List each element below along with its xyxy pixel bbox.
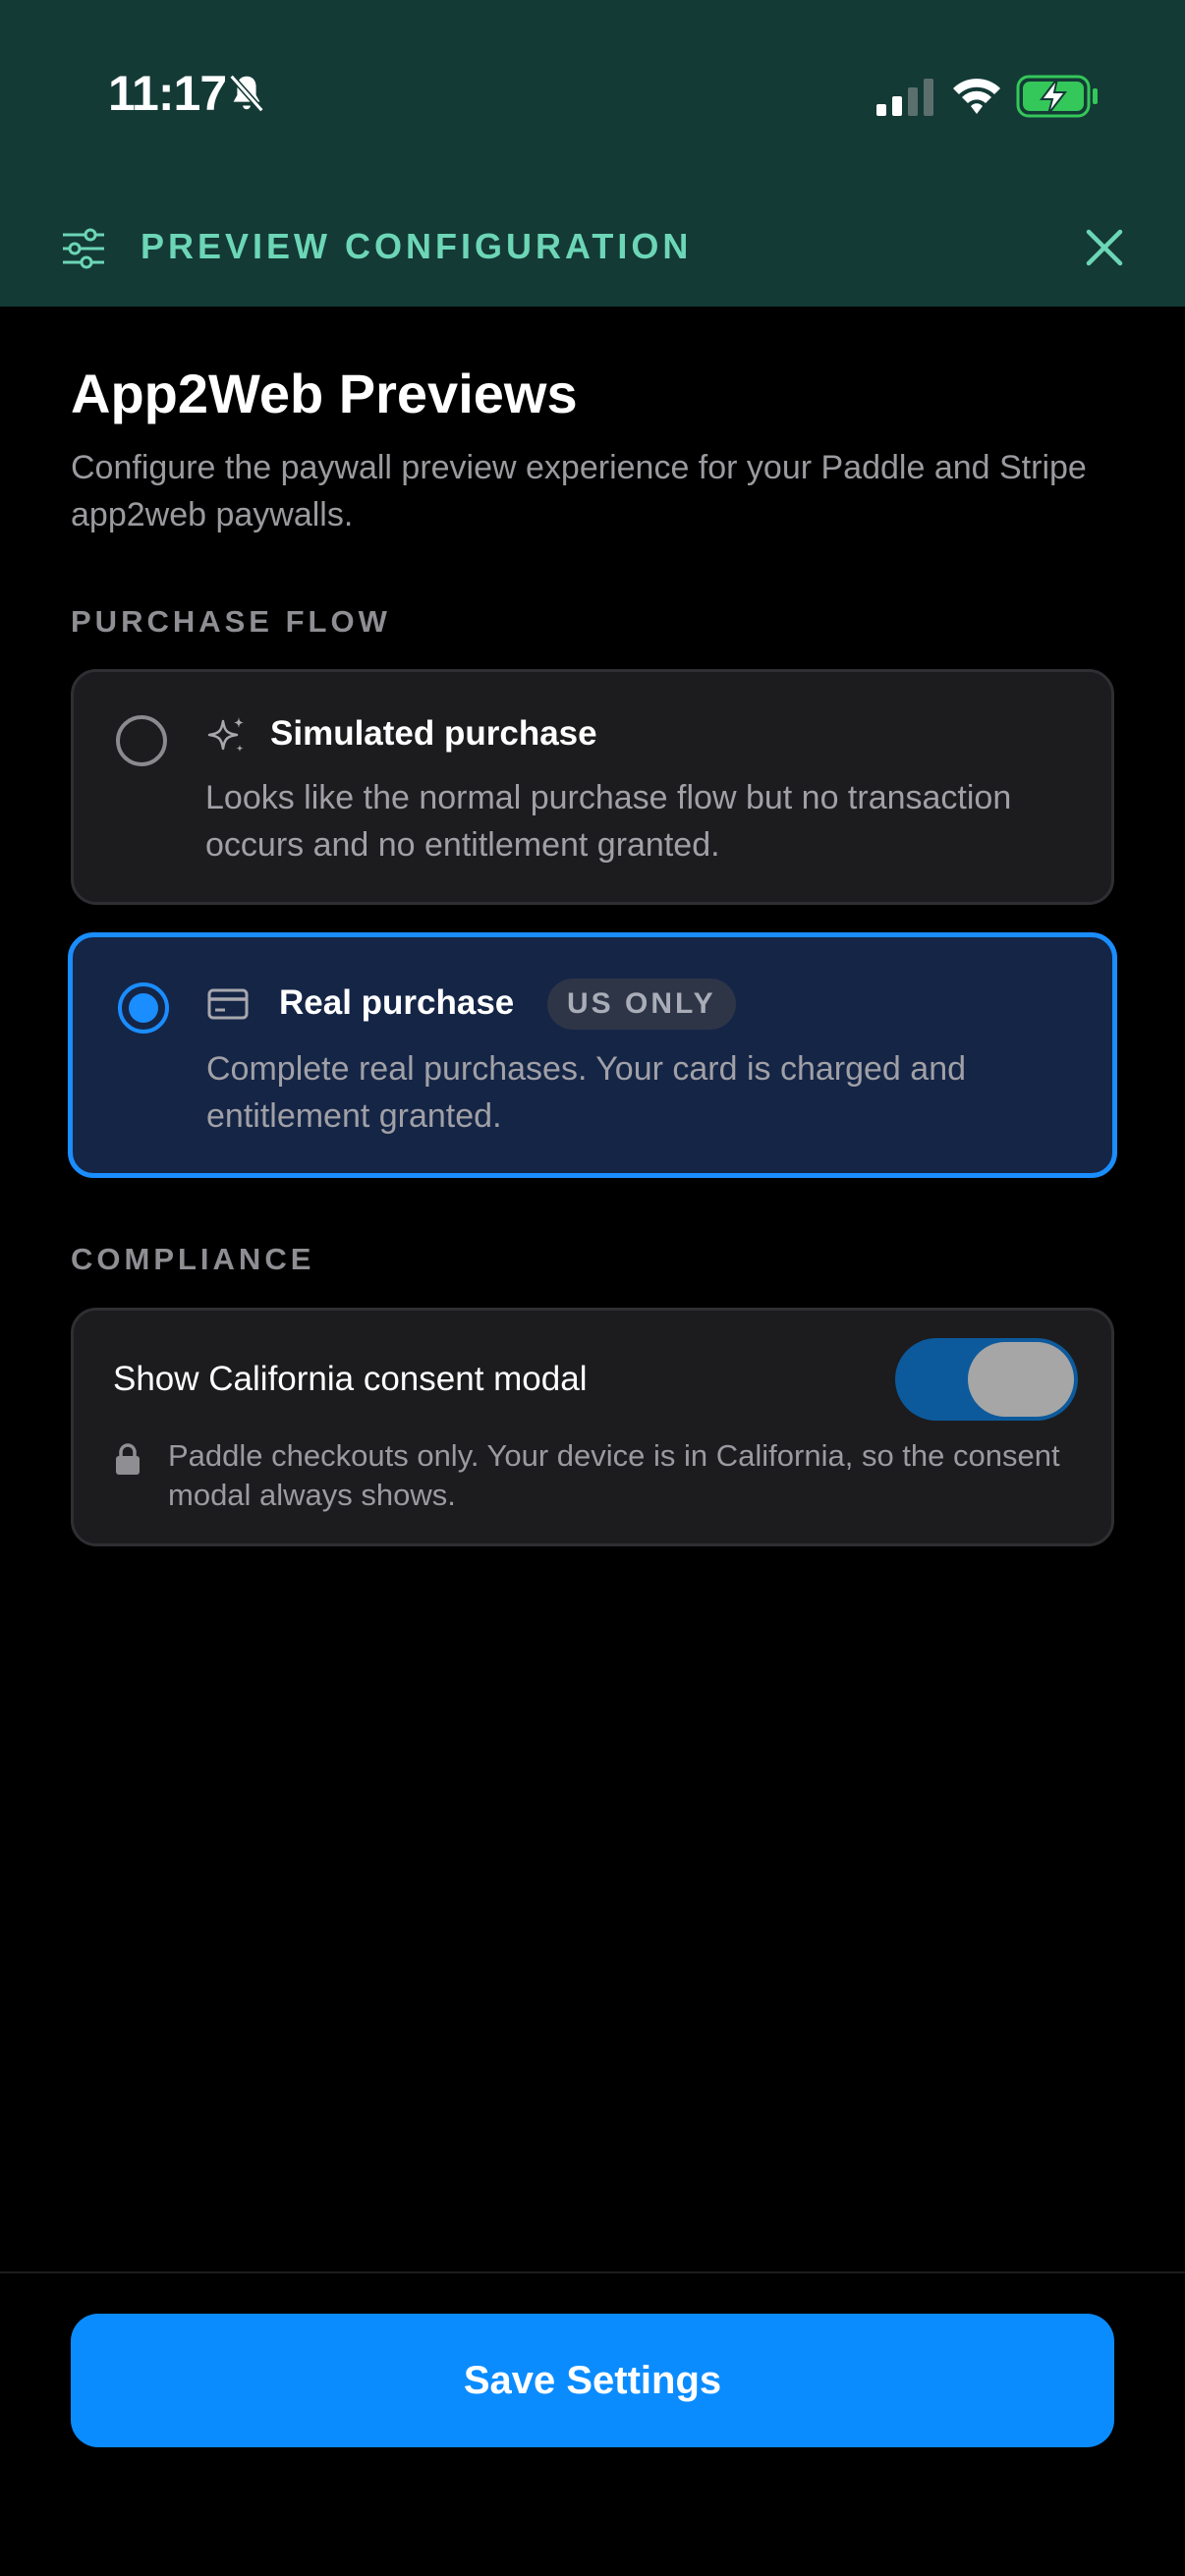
simulated-purchase-radio[interactable] — [116, 715, 167, 766]
us-only-badge: US ONLY — [547, 979, 736, 1030]
close-icon[interactable] — [1081, 224, 1128, 271]
real-purchase-radio[interactable] — [118, 982, 169, 1034]
option-real-purchase[interactable]: Real purchase US ONLY Complete real purc… — [68, 932, 1117, 1178]
config-title: PREVIEW CONFIGURATION — [141, 226, 693, 266]
real-purchase-title: Real purchase — [279, 983, 515, 1022]
status-bar: 11:17 — [0, 0, 1185, 196]
california-consent-toggle[interactable] — [895, 1338, 1078, 1421]
cellular-signal-icon — [876, 79, 933, 116]
compliance-card: Show California consent modal Paddle che… — [71, 1308, 1114, 1546]
battery-charging-icon — [1016, 75, 1098, 118]
lock-icon — [116, 1443, 140, 1475]
compliance-label: COMPLIANCE — [71, 1242, 315, 1276]
status-time: 11:17 — [108, 66, 227, 121]
header: 11:17 PREVIEW CONFIGURATION — [0, 0, 1185, 307]
california-consent-label: Show California consent modal — [113, 1360, 588, 1398]
credit-card-icon — [207, 988, 249, 1020]
simulated-purchase-title: Simulated purchase — [270, 714, 597, 753]
wifi-icon — [953, 79, 1000, 114]
purchase-flow-label: PURCHASE FLOW — [71, 604, 391, 639]
option-simulated-purchase[interactable]: Simulated purchase Looks like the normal… — [71, 669, 1114, 905]
page-description: Configure the paywall preview experience… — [71, 449, 1087, 533]
save-settings-button[interactable]: Save Settings — [71, 2314, 1114, 2447]
sliders-icon — [63, 228, 104, 269]
config-bar: PREVIEW CONFIGURATION — [0, 196, 1185, 307]
real-purchase-description: Complete real purchases. Your card is ch… — [206, 1050, 967, 1135]
page-title: App2Web Previews — [71, 363, 578, 424]
bell-slash-icon — [229, 74, 264, 113]
footer-divider — [0, 2271, 1185, 2273]
toggle-knob — [968, 1342, 1074, 1417]
sparkles-icon — [207, 717, 244, 753]
compliance-note: Paddle checkouts only. Your device is in… — [168, 1438, 1060, 1512]
simulated-purchase-description: Looks like the normal purchase flow but … — [205, 779, 1012, 864]
